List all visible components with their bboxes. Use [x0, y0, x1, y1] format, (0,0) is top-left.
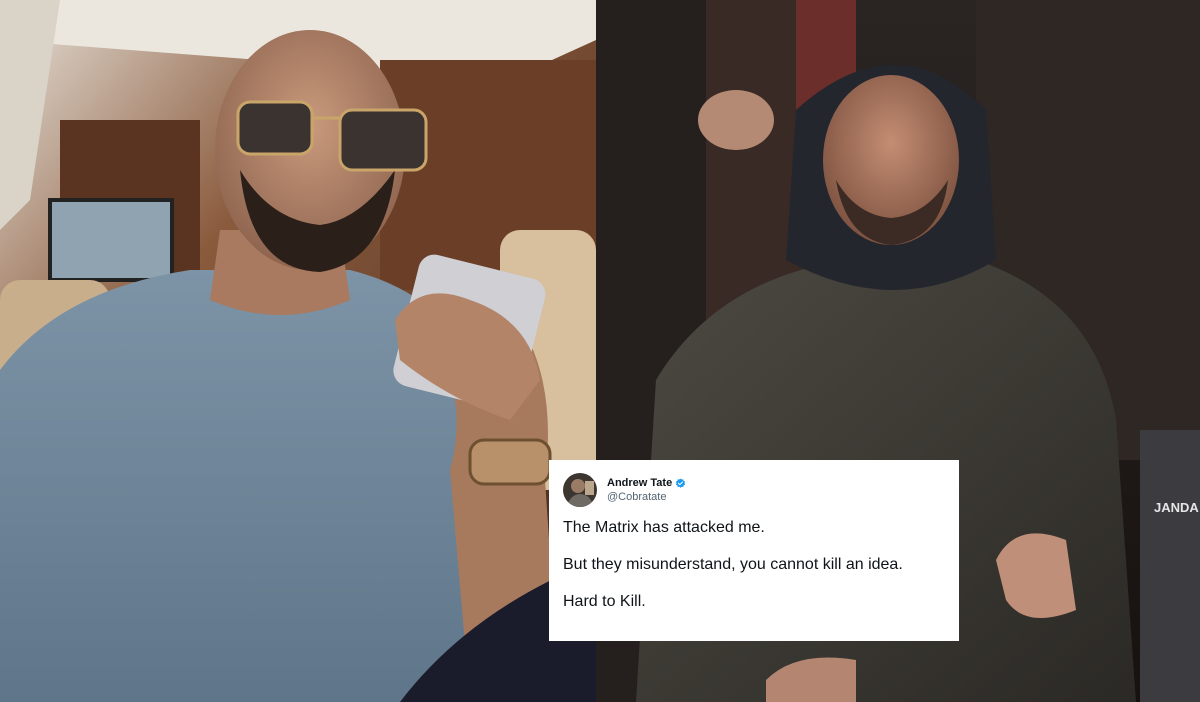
tweet-line: The Matrix has attacked me.: [563, 519, 765, 536]
left-photo: [0, 0, 596, 702]
jet-cabin-photo: [0, 0, 596, 702]
uniform-patch-text: JANDA: [1154, 500, 1199, 515]
tweet-card: Andrew Tate @Cobratate The Matrix has at…: [549, 460, 959, 641]
handle[interactable]: @Cobratate: [607, 491, 686, 503]
tweet-line: But they misunderstand, you cannot kill …: [563, 556, 903, 573]
author-info: Andrew Tate @Cobratate: [607, 477, 686, 503]
tweet-body: The Matrix has attacked me. But they mis…: [563, 518, 945, 612]
verified-badge-icon: [676, 477, 686, 488]
avatar-image: [563, 473, 597, 507]
tweet-header: Andrew Tate @Cobratate: [563, 472, 945, 508]
avatar[interactable]: [563, 473, 597, 507]
tweet-line: Hard to Kill.: [563, 593, 646, 610]
display-name[interactable]: Andrew Tate: [607, 477, 672, 489]
